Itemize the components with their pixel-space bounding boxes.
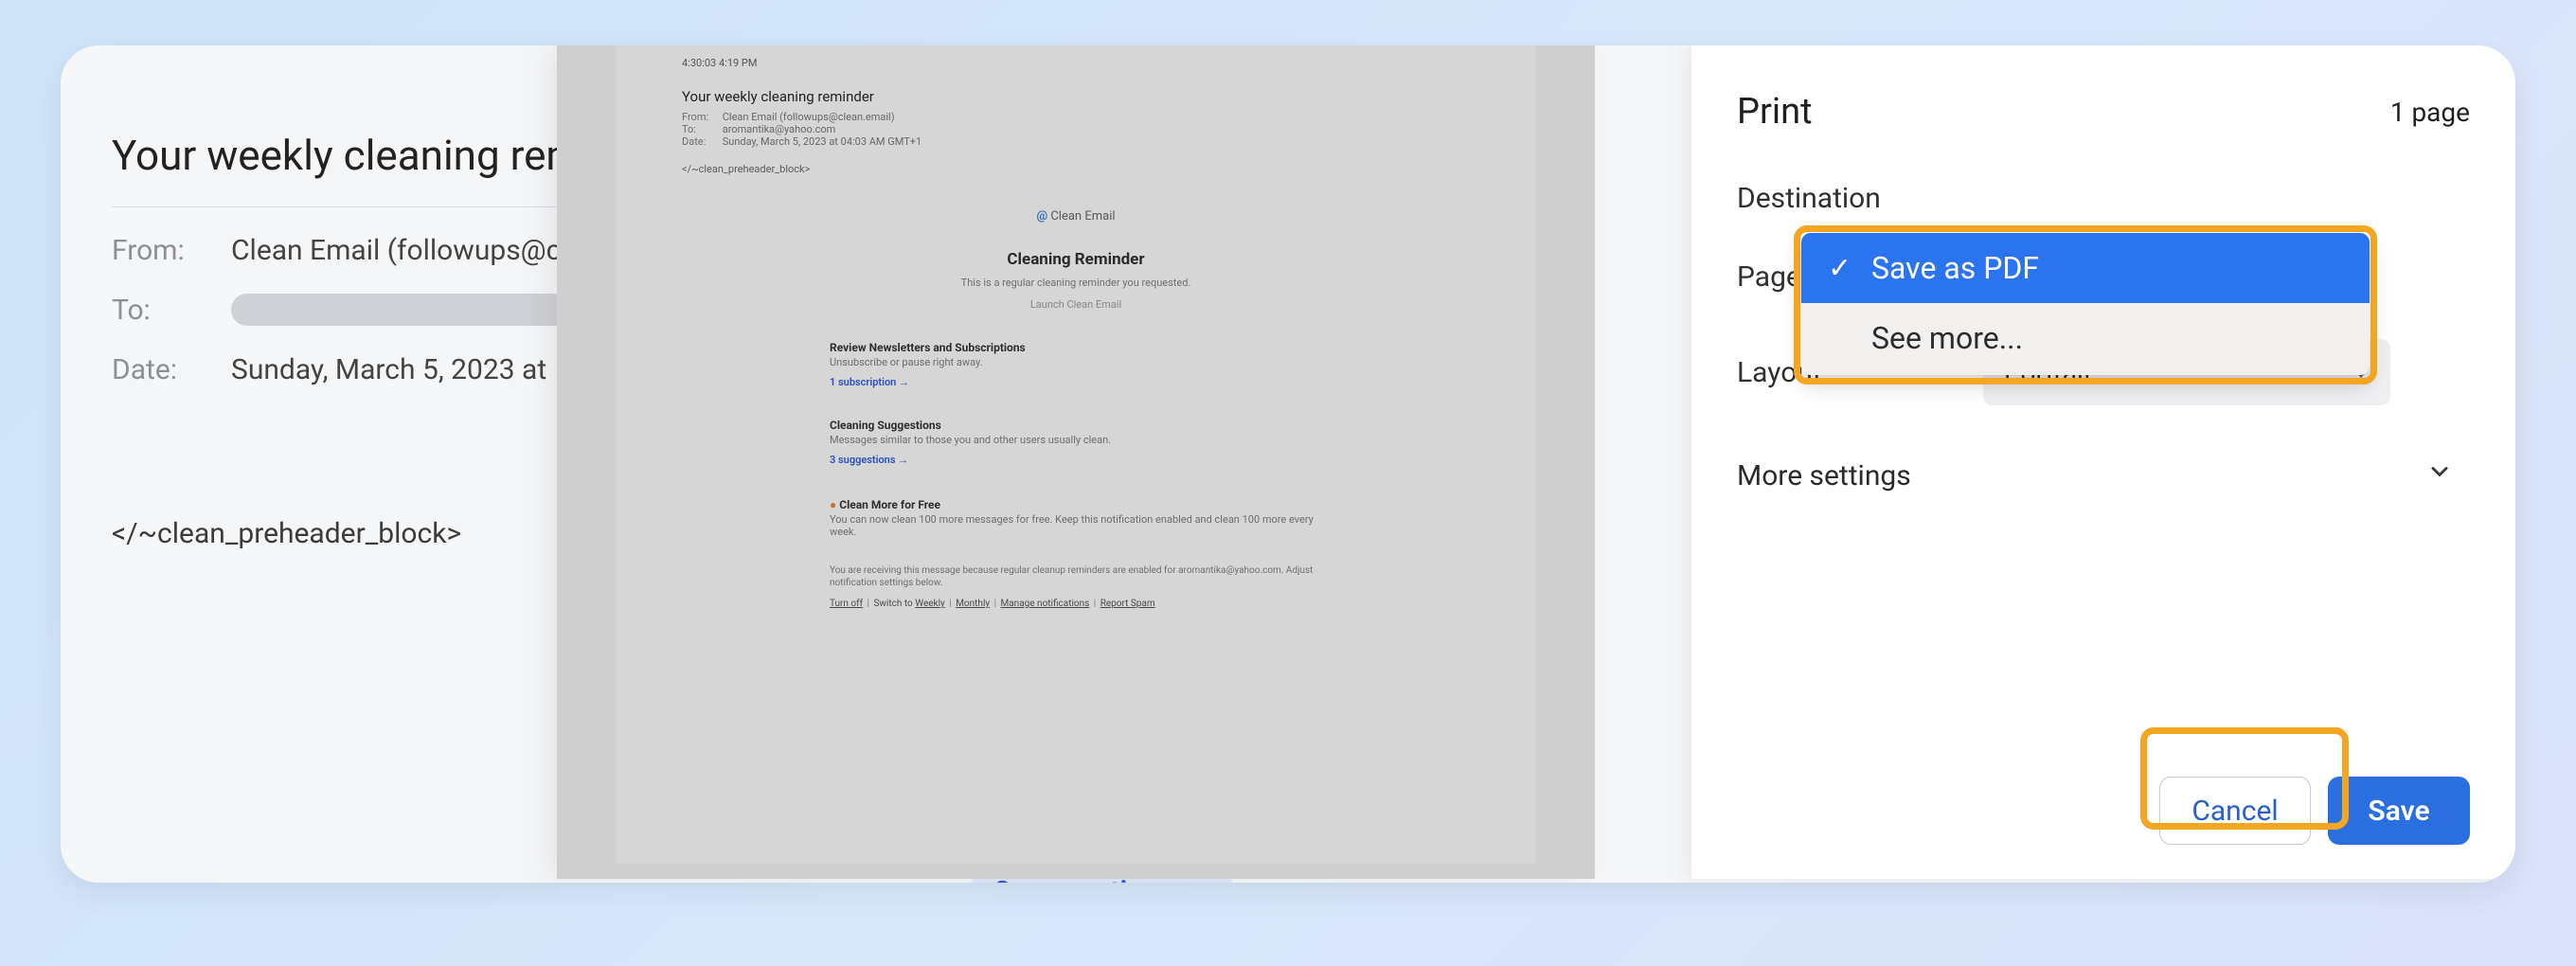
destination-dropdown[interactable]: ✓ Save as PDF ✓ See more... (1801, 233, 2370, 375)
preview-foot-switch: Switch to (873, 599, 912, 609)
preview-body-title: Cleaning Reminder (830, 250, 1322, 269)
preview-subject: Your weekly cleaning reminder (682, 88, 1470, 105)
preview-from-label: From: (682, 111, 720, 123)
from-value: Clean Email (followups@cl (231, 234, 568, 267)
print-dialog: Print 1 page Destination Pages Layout Po… (1691, 45, 2515, 879)
date-label: Date: (112, 353, 210, 386)
preview-brand: @ Clean Email (830, 209, 1322, 224)
from-label: From: (112, 234, 210, 267)
preview-foot-monthly: Monthly (956, 599, 990, 609)
preview-body-cta: Launch Clean Email (830, 298, 1322, 311)
preview-sec1-p: Unsubscribe or pause right away. (830, 356, 1322, 368)
preview-brand-text: Clean Email (1050, 209, 1115, 224)
preview-sec2-h: Cleaning Suggestions (830, 419, 1322, 432)
preview-free-p: You can now clean 100 more messages for … (830, 513, 1322, 538)
preview-free-h: ● Clean More for Free (830, 498, 1322, 511)
preview-foot-manage: Manage notifications (1001, 599, 1090, 609)
print-preview-page: 4:30:03 4:19 PM Gmail - Your weekly clea… (616, 45, 1536, 864)
destination-option-save-as-pdf[interactable]: ✓ Save as PDF (1801, 233, 2370, 303)
more-settings-toggle[interactable]: More settings (1737, 458, 2470, 492)
app-window: Your weekly cleaning remi From: Clean Em… (61, 45, 2515, 883)
preview-preheader: </~clean_preheader_block> (682, 163, 1470, 175)
chevron-down-icon (2426, 458, 2453, 492)
to-value-redacted (231, 294, 572, 326)
preview-foot-report: Report Spam (1100, 599, 1155, 609)
check-icon: ✓ (1828, 252, 1856, 285)
preview-to-label: To: (682, 123, 720, 135)
to-label: To: (112, 294, 210, 327)
preview-date-label: Date: (682, 135, 720, 148)
destination-option-see-more[interactable]: ✓ See more... (1801, 303, 2370, 373)
preview-sec2-link: 3 suggestions → (830, 454, 1322, 466)
destination-option-label: Save as PDF (1871, 250, 2039, 286)
print-preview-panel: 4:30:03 4:19 PM Gmail - Your weekly clea… (557, 45, 1595, 879)
destination-label: Destination (1737, 182, 1983, 215)
cancel-button[interactable]: Cancel (2159, 777, 2311, 845)
preview-footer-links: Turn off | Switch to Weekly | Monthly | … (830, 599, 1322, 609)
destination-option-label: See more... (1871, 320, 2023, 356)
preview-sec1-h: Review Newsletters and Subscriptions (830, 341, 1322, 354)
preview-free-h-text: Clean More for Free (839, 498, 940, 511)
date-value: Sunday, March 5, 2023 at (231, 353, 546, 386)
preview-from-value: Clean Email (followups@clean.email) (723, 111, 895, 123)
print-page-total: 1 page (2390, 97, 2470, 128)
preview-date-value: Sunday, March 5, 2023 at 04:03 AM GMT+1 (723, 135, 921, 148)
preview-body-sub: This is a regular cleaning reminder you … (830, 277, 1322, 289)
print-title: Print (1737, 91, 1813, 133)
preview-sec2-p: Messages similar to those you and other … (830, 434, 1322, 446)
more-settings-label: More settings (1737, 459, 1911, 492)
preview-sec1-link: 1 subscription → (830, 376, 1322, 388)
preview-foot-weekly: Weekly (915, 599, 945, 609)
save-button[interactable]: Save (2328, 777, 2470, 845)
preview-to-value: aromantika@yahoo.com (723, 123, 836, 135)
preview-foot-turnoff: Turn off (830, 599, 863, 609)
preview-timestamp: 4:30:03 4:19 PM (682, 57, 1470, 69)
preview-fine-print: You are receiving this message because r… (830, 564, 1322, 589)
